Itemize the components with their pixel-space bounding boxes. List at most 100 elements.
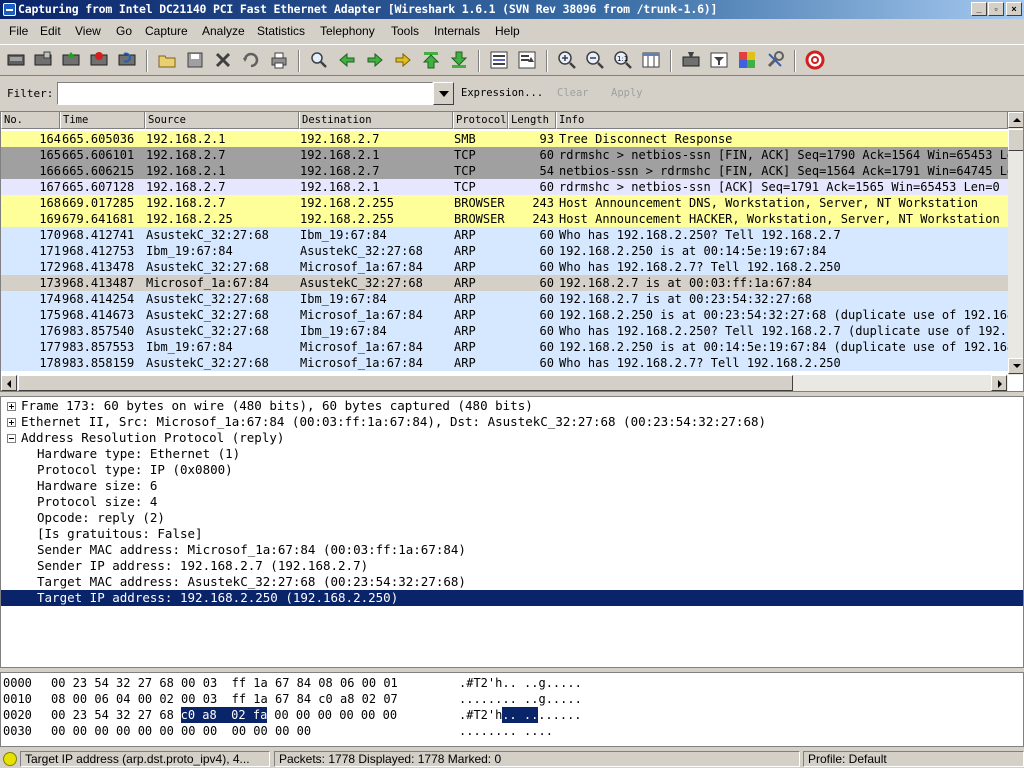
clear-button[interactable]: Clear [557, 87, 589, 99]
help-icon[interactable] [804, 49, 826, 71]
detail-tree-item[interactable]: Target MAC address: AsustekC_32:27:68 (0… [1, 574, 1023, 590]
detail-tree-item[interactable]: Sender MAC address: Microsof_1a:67:84 (0… [1, 542, 1023, 558]
column-header-protocol[interactable]: Protocol [453, 112, 508, 129]
close-button[interactable]: × [1006, 2, 1022, 16]
detail-tree-item[interactable]: Frame 173: 60 bytes on wire (480 bits), … [1, 398, 1023, 414]
hex-row[interactable]: 0010 08 00 06 04 00 02 00 03 ff 1a 67 84 … [3, 691, 1021, 707]
menu-view[interactable]: View [75, 24, 101, 38]
menu-tools[interactable]: Tools [391, 24, 419, 38]
column-header-source[interactable]: Source [145, 112, 299, 129]
menu-edit[interactable]: Edit [40, 24, 61, 38]
detail-tree-item[interactable]: Protocol size: 4 [1, 494, 1023, 510]
restart-capture-icon[interactable] [116, 49, 138, 71]
expression-button[interactable]: Expression... [461, 87, 543, 99]
detail-tree-item[interactable]: [Is gratuitous: False] [1, 526, 1023, 542]
stop-capture-icon[interactable] [88, 49, 110, 71]
reload-icon[interactable] [240, 49, 262, 71]
start-capture-icon[interactable] [60, 49, 82, 71]
go-forward-icon[interactable] [364, 49, 386, 71]
column-header-destination[interactable]: Destination [299, 112, 453, 129]
detail-tree-item[interactable]: Hardware type: Ethernet (1) [1, 446, 1023, 462]
preferences-icon[interactable] [764, 49, 786, 71]
detail-tree-item[interactable]: Sender IP address: 192.168.2.7 (192.168.… [1, 558, 1023, 574]
hex-row[interactable]: 0000 00 23 54 32 27 68 00 03 ff 1a 67 84 … [3, 675, 1021, 691]
menu-statistics[interactable]: Statistics [257, 24, 305, 38]
find-packet-icon[interactable] [308, 49, 330, 71]
hex-row[interactable]: 0030 00 00 00 00 00 00 00 00 00 00 00 00.… [3, 723, 1021, 739]
packet-row[interactable]: 169 679.641681 192.168.2.25 192.168.2.255 BR… [1, 211, 1008, 227]
minimize-button[interactable]: _ [971, 2, 987, 16]
packet-list-vscrollbar[interactable] [1008, 112, 1023, 375]
detail-tree-item[interactable]: Ethernet II, Src: Microsof_1a:67:84 (00:… [1, 414, 1023, 430]
detail-tree-item[interactable]: Protocol type: IP (0x0800) [1, 462, 1023, 478]
wireshark-app-icon[interactable] [3, 3, 16, 16]
scroll-right-button[interactable] [991, 375, 1007, 391]
expand-icon[interactable] [7, 402, 16, 411]
interfaces-icon[interactable] [5, 49, 27, 71]
go-back-icon[interactable] [336, 49, 358, 71]
packet-list-hscrollbar[interactable] [1, 375, 1008, 391]
zoom-out-icon[interactable] [584, 49, 606, 71]
normal-size-icon[interactable]: 1:1 [612, 49, 634, 71]
packet-row[interactable]: 176 983.857540 AsustekC_32:27:68 Ibm_19:67:… [1, 323, 1008, 339]
packet-details-pane[interactable]: Frame 173: 60 bytes on wire (480 bits), … [0, 396, 1024, 668]
detail-tree-item[interactable]: Target IP address: 192.168.2.250 (192.16… [1, 590, 1023, 606]
menu-go[interactable]: Go [116, 24, 132, 38]
go-first-icon[interactable] [420, 49, 442, 71]
resize-columns-icon[interactable] [640, 49, 662, 71]
packet-bytes-pane[interactable]: 0000 00 23 54 32 27 68 00 03 ff 1a 67 84 … [0, 672, 1024, 747]
zoom-in-icon[interactable] [556, 49, 578, 71]
scroll-left-button[interactable] [1, 375, 17, 391]
scroll-down-button[interactable] [1008, 358, 1023, 374]
column-header-no[interactable]: No. [1, 112, 60, 129]
save-file-icon[interactable] [184, 49, 206, 71]
hscroll-thumb[interactable] [18, 375, 793, 391]
packet-row[interactable]: 165 665.606101 192.168.2.7 192.168.2.1 TCP 60… [1, 147, 1008, 163]
scroll-up-button[interactable] [1008, 112, 1023, 128]
detail-tree-item[interactable]: Opcode: reply (2) [1, 510, 1023, 526]
expand-icon[interactable] [7, 418, 16, 427]
close-file-icon[interactable] [212, 49, 234, 71]
packet-row[interactable]: 171 968.412753 Ibm_19:67:84 AsustekC_32:27:… [1, 243, 1008, 259]
menu-internals[interactable]: Internals [434, 24, 480, 38]
menu-file[interactable]: File [9, 24, 28, 38]
packet-row[interactable]: 166 665.606215 192.168.2.1 192.168.2.7 TCP 54… [1, 163, 1008, 179]
title-bar[interactable]: Capturing from Intel DC21140 PCI Fast Et… [0, 0, 1024, 19]
packet-row[interactable]: 174 968.414254 AsustekC_32:27:68 Ibm_19:67:… [1, 291, 1008, 307]
vscroll-thumb[interactable] [1008, 129, 1023, 151]
packet-list[interactable]: No. Time Source Destination Protocol Len… [0, 111, 1024, 392]
auto-scroll-icon[interactable] [516, 49, 538, 71]
print-icon[interactable] [268, 49, 290, 71]
column-header-length[interactable]: Length [508, 112, 556, 129]
hex-row[interactable]: 0020 00 23 54 32 27 68 c0 a8 02 fa 00 00 … [3, 707, 1021, 723]
display-filters-icon[interactable] [708, 49, 730, 71]
status-profile[interactable]: Profile: Default [803, 751, 1024, 767]
column-header-time[interactable]: Time [60, 112, 145, 129]
colorize-icon[interactable] [488, 49, 510, 71]
packet-row[interactable]: 177 983.857553 Ibm_19:67:84 Microsof_1a:67:… [1, 339, 1008, 355]
coloring-rules-icon[interactable] [736, 49, 758, 71]
packet-row[interactable]: 164 665.605036 192.168.2.1 192.168.2.7 SMB 93… [1, 131, 1008, 147]
expert-info-icon[interactable] [3, 752, 17, 766]
detail-tree-item[interactable]: Address Resolution Protocol (reply) [1, 430, 1023, 446]
packet-row[interactable]: 173 968.413487 Microsof_1a:67:84 AsustekC_3… [1, 275, 1008, 291]
column-header-info[interactable]: Info [556, 112, 1008, 129]
packet-row[interactable]: 172 968.413478 AsustekC_32:27:68 Microsof_1… [1, 259, 1008, 275]
packet-row[interactable]: 168 669.017285 192.168.2.7 192.168.2.255 BRO… [1, 195, 1008, 211]
go-last-icon[interactable] [448, 49, 470, 71]
packet-row[interactable]: 170 968.412741 AsustekC_32:27:68 Ibm_19:67:… [1, 227, 1008, 243]
capture-filters-icon[interactable] [680, 49, 702, 71]
filter-dropdown-button[interactable] [433, 82, 454, 105]
collapse-icon[interactable] [7, 434, 16, 443]
apply-button[interactable]: Apply [611, 87, 643, 99]
menu-telephony[interactable]: Telephony [320, 24, 375, 38]
go-to-packet-icon[interactable] [392, 49, 414, 71]
options-icon[interactable] [32, 49, 54, 71]
menu-capture[interactable]: Capture [145, 24, 188, 38]
filter-input[interactable] [57, 82, 433, 105]
maximize-button[interactable]: ▫ [988, 2, 1004, 16]
menu-help[interactable]: Help [495, 24, 520, 38]
packet-row[interactable]: 178 983.858159 AsustekC_32:27:68 Microsof_1… [1, 355, 1008, 371]
detail-tree-item[interactable]: Hardware size: 6 [1, 478, 1023, 494]
open-file-icon[interactable] [156, 49, 178, 71]
